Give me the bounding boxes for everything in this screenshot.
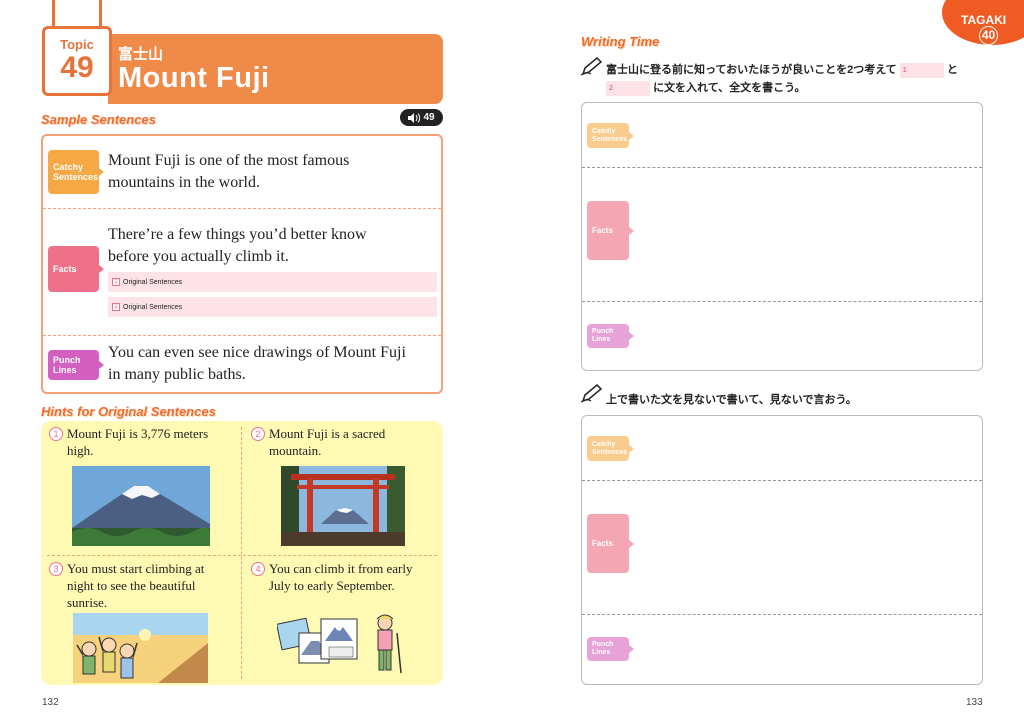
- audio-track-badge[interactable]: 49: [400, 109, 443, 126]
- topic-number: 49: [60, 51, 94, 84]
- row-divider: [43, 335, 441, 336]
- topic-label: Topic: [60, 37, 94, 52]
- topic-badge: Topic 49: [42, 26, 112, 96]
- shrine-gate-photo: [281, 466, 405, 546]
- hint-number: 2: [251, 427, 265, 441]
- sample-sentences-heading: Sample Sentences: [41, 112, 156, 127]
- hint-divider-horizontal: [47, 555, 437, 556]
- pencil-icon: [581, 383, 603, 403]
- hints-heading: Hints for Original Sentences: [41, 404, 216, 419]
- tagaki-label: TAGAKI: [961, 13, 1007, 27]
- punch-lines-tag: Punch Lines: [48, 350, 104, 380]
- speaker-icon: [408, 112, 421, 123]
- catchy-sentences-tag: Catchy Sentences: [587, 436, 634, 461]
- facts-tag: Facts: [587, 514, 634, 573]
- title-japanese: 富士山: [118, 46, 164, 63]
- row-divider: [43, 208, 441, 209]
- writing-instruction-1: 富士山に登る前に知っておいたほうが良いことを2つ考えて 1 と: [606, 62, 958, 78]
- facts-sentence: There’re a few things you’d better know b…: [108, 226, 367, 265]
- catchy-sentences-tag: Catchy Sentences: [48, 150, 104, 194]
- row-divider: [582, 301, 982, 302]
- catchy-sentence: Mount Fuji is one of the most famous moun…: [108, 152, 350, 191]
- pencil-icon: [581, 56, 603, 76]
- original-sentence-line-2[interactable]: 2 Original Sentences: [108, 297, 437, 317]
- hint-number: 1: [49, 427, 63, 441]
- blank-1: 1: [899, 62, 944, 78]
- row-divider: [582, 614, 982, 615]
- audio-track-number: 49: [423, 112, 435, 123]
- hint-text: Mount Fuji is a sacred mountain.: [269, 426, 386, 458]
- writing-instruction-1-cont: 2 に文を入れて、全文を書こう。: [606, 79, 806, 96]
- page-number-left: 132: [42, 697, 59, 708]
- writing-box-2[interactable]: Catchy Sentences Facts Punch Lines: [581, 415, 983, 685]
- sample-sentences-box: Catchy Sentences Mount Fuji is one of the…: [41, 134, 443, 394]
- punch-sentence: You can even see nice drawings of Mount …: [108, 344, 406, 383]
- hint-text: You must start climbing at night to see t…: [67, 561, 205, 610]
- hints-box: 1 Mount Fuji is 3,776 meters high. 2 Moun…: [41, 421, 443, 685]
- facts-tag: Facts: [48, 246, 104, 292]
- punch-lines-tag: Punch Lines: [587, 324, 634, 348]
- calendar-hiker-illustration: [277, 614, 402, 674]
- hint-text: You can climb it from early July to early…: [269, 561, 413, 593]
- writing-box-1[interactable]: Catchy Sentences Facts Punch Lines: [581, 102, 983, 371]
- original-sentence-line-1[interactable]: 1 Original Sentences: [108, 272, 437, 292]
- punch-lines-tag: Punch Lines: [587, 637, 634, 661]
- writing-instruction-2: 上で書いた文を見ないで書いて、見ないで言おう。: [606, 394, 857, 406]
- mount-fuji-photo: [72, 466, 210, 546]
- sunrise-climbers-illustration: [73, 613, 208, 683]
- hint-number: 4: [251, 562, 265, 576]
- hint-divider-vertical: [241, 427, 242, 679]
- blank-2: 2: [606, 80, 650, 96]
- row-divider: [582, 480, 982, 481]
- writing-time-heading: Writing Time: [581, 34, 660, 49]
- row-divider: [582, 167, 982, 168]
- facts-tag: Facts: [587, 201, 634, 260]
- hint-text: Mount Fuji is 3,776 meters high.: [67, 426, 209, 458]
- tagaki-number: 40: [979, 26, 998, 45]
- page-title: Mount Fuji: [118, 62, 270, 94]
- hint-number: 3: [49, 562, 63, 576]
- page-number-right: 133: [966, 697, 983, 708]
- catchy-sentences-tag: Catchy Sentences: [587, 123, 634, 148]
